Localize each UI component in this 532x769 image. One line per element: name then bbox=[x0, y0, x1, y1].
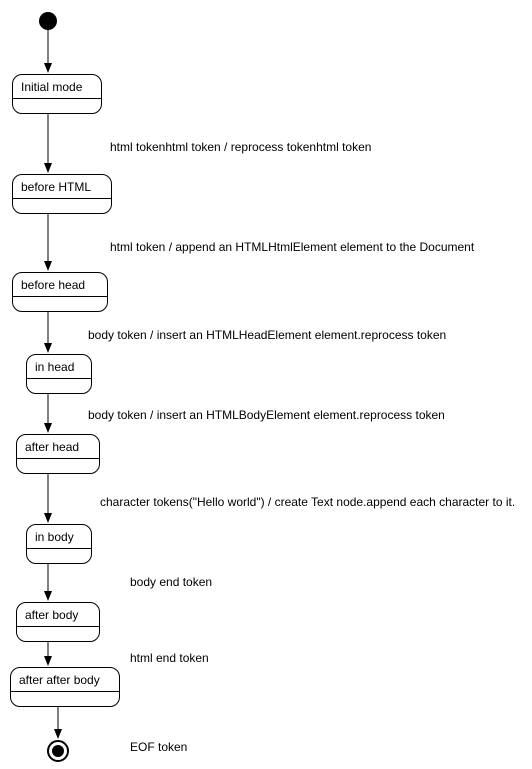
transition-label: body token / insert an HTMLHeadElement e… bbox=[88, 328, 446, 342]
transition-label: character tokens("Hello world") / create… bbox=[100, 495, 515, 509]
state-in-head: in head bbox=[26, 354, 92, 394]
transition-label: html tokenhtml token / reprocess tokenht… bbox=[110, 140, 371, 154]
state-body bbox=[27, 379, 91, 393]
state-body bbox=[13, 99, 101, 113]
initial-state-icon bbox=[39, 12, 57, 30]
state-before-html: before HTML bbox=[12, 174, 112, 214]
state-body bbox=[13, 199, 111, 213]
transition-label: html end token bbox=[130, 651, 209, 665]
state-label: after body bbox=[17, 603, 99, 627]
state-label: after after body bbox=[11, 668, 119, 692]
state-label: before HTML bbox=[13, 175, 111, 199]
state-in-body: in body bbox=[26, 524, 92, 564]
state-before-head: before head bbox=[12, 272, 108, 312]
state-label: Initial mode bbox=[13, 75, 101, 99]
state-label: in head bbox=[27, 355, 91, 379]
state-after-body: after body bbox=[16, 602, 100, 642]
state-initial-mode: Initial mode bbox=[12, 74, 102, 114]
state-label: in body bbox=[27, 525, 91, 549]
transition-label: html token / append an HTMLHtmlElement e… bbox=[110, 240, 474, 254]
transition-label: EOF token bbox=[130, 740, 187, 754]
state-body bbox=[13, 297, 107, 311]
transition-label: body end token bbox=[130, 575, 212, 589]
state-after-head: after head bbox=[16, 434, 100, 474]
state-after-after-body: after after body bbox=[10, 667, 120, 707]
state-label: before head bbox=[13, 273, 107, 297]
transition-label: body token / insert an HTMLBodyElement e… bbox=[88, 408, 445, 422]
final-state-icon bbox=[47, 740, 69, 762]
state-body bbox=[27, 549, 91, 563]
state-body bbox=[11, 692, 119, 706]
state-label: after head bbox=[17, 435, 99, 459]
state-diagram: Initial mode html tokenhtml token / repr… bbox=[0, 0, 532, 769]
state-body bbox=[17, 627, 99, 641]
state-body bbox=[17, 459, 99, 473]
